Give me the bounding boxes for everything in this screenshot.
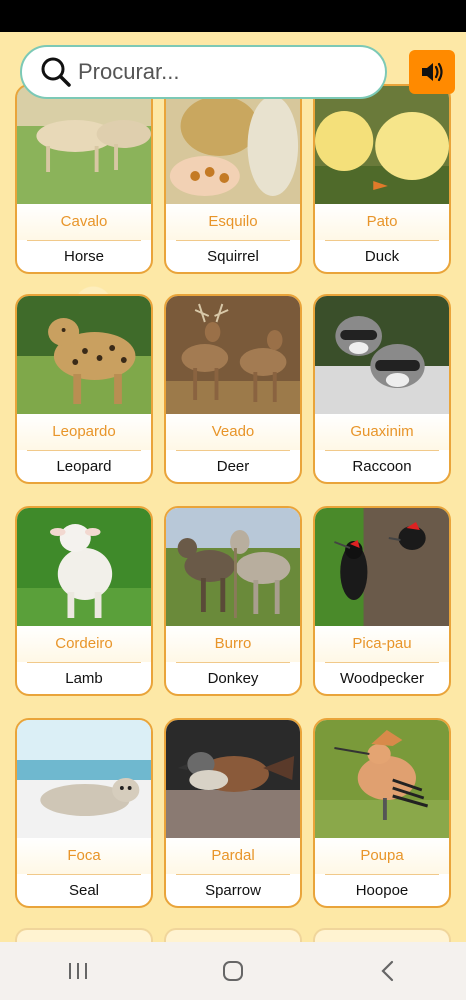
animal-name-portuguese: Poupa — [315, 838, 449, 874]
animal-card[interactable]: Foca Seal — [15, 718, 153, 908]
animal-card-partial[interactable] — [164, 928, 302, 942]
seal-image — [17, 720, 151, 838]
animal-name-english: Donkey — [207, 670, 259, 687]
animal-name-english: Duck — [364, 248, 400, 265]
system-navigation-bar — [0, 942, 466, 1000]
animal-name-english: Hoopoe — [355, 882, 409, 899]
recent-apps-button[interactable] — [48, 951, 108, 991]
animal-name-english: Seal — [68, 882, 100, 899]
animal-card[interactable]: Cavalo Horse — [15, 84, 153, 274]
squirrel-image — [166, 86, 300, 204]
animal-card[interactable]: Leopardo Leopard — [15, 294, 153, 484]
animal-name-portuguese: Cordeiro — [17, 626, 151, 662]
animal-name-portuguese: Pardal — [166, 838, 300, 874]
sound-toggle-button[interactable] — [409, 50, 455, 94]
animal-name-english: Deer — [216, 458, 250, 475]
hoopoe-image — [315, 720, 449, 838]
deer-image — [166, 296, 300, 414]
animal-card[interactable]: Burro Donkey — [164, 506, 302, 696]
animal-card[interactable]: Veado Deer — [164, 294, 302, 484]
lamb-image — [17, 508, 151, 626]
animal-card[interactable]: Pato Duck — [313, 84, 451, 274]
animal-card[interactable]: Pica-pau Woodpecker — [313, 506, 451, 696]
raccoon-image — [315, 296, 449, 414]
horse-image — [17, 86, 151, 204]
animal-name-english: Horse — [63, 248, 104, 265]
woodpecker-image — [315, 508, 449, 626]
animal-name-english: Raccoon — [352, 458, 412, 475]
search-bar — [20, 45, 387, 99]
animal-name-portuguese: Burro — [166, 626, 300, 662]
leopard-image — [17, 296, 151, 414]
back-button[interactable] — [358, 951, 418, 991]
speaker-icon — [422, 62, 443, 82]
duck-image — [315, 86, 449, 204]
animal-name-portuguese: Pato — [315, 204, 449, 240]
donkey-image — [166, 508, 300, 626]
animal-grid: Cavalo Horse Esquilo Squirrel Pato Duck — [0, 0, 466, 942]
animal-name-english: Leopard — [56, 458, 112, 475]
recent-apps-icon — [68, 963, 87, 979]
animal-card-partial[interactable] — [313, 928, 451, 942]
animal-card[interactable]: Guaxinim Raccoon — [313, 294, 451, 484]
home-icon — [222, 961, 243, 981]
animal-name-english: Sparrow — [205, 882, 261, 899]
search-input[interactable] — [78, 59, 358, 85]
animal-card[interactable]: Cordeiro Lamb — [15, 506, 153, 696]
animal-card[interactable]: Pardal Sparrow — [164, 718, 302, 908]
animal-name-portuguese: Cavalo — [17, 204, 151, 240]
animal-name-english: Woodpecker — [340, 670, 424, 687]
animal-name-portuguese: Leopardo — [17, 414, 151, 450]
animal-card-partial[interactable] — [15, 928, 153, 942]
animal-name-portuguese: Foca — [17, 838, 151, 874]
search-icon — [41, 57, 71, 87]
animal-card[interactable]: Poupa Hoopoe — [313, 718, 451, 908]
animal-name-portuguese: Veado — [166, 414, 300, 450]
animal-card[interactable]: Esquilo Squirrel — [164, 84, 302, 274]
home-button[interactable] — [203, 951, 263, 991]
sparrow-image — [166, 720, 300, 838]
animal-name-portuguese: Pica-pau — [315, 626, 449, 662]
animal-name-english: Lamb — [65, 670, 103, 687]
back-icon — [381, 960, 394, 982]
animal-name-portuguese: Guaxinim — [315, 414, 449, 450]
animal-name-portuguese: Esquilo — [166, 204, 300, 240]
animal-name-english: Squirrel — [207, 248, 259, 265]
